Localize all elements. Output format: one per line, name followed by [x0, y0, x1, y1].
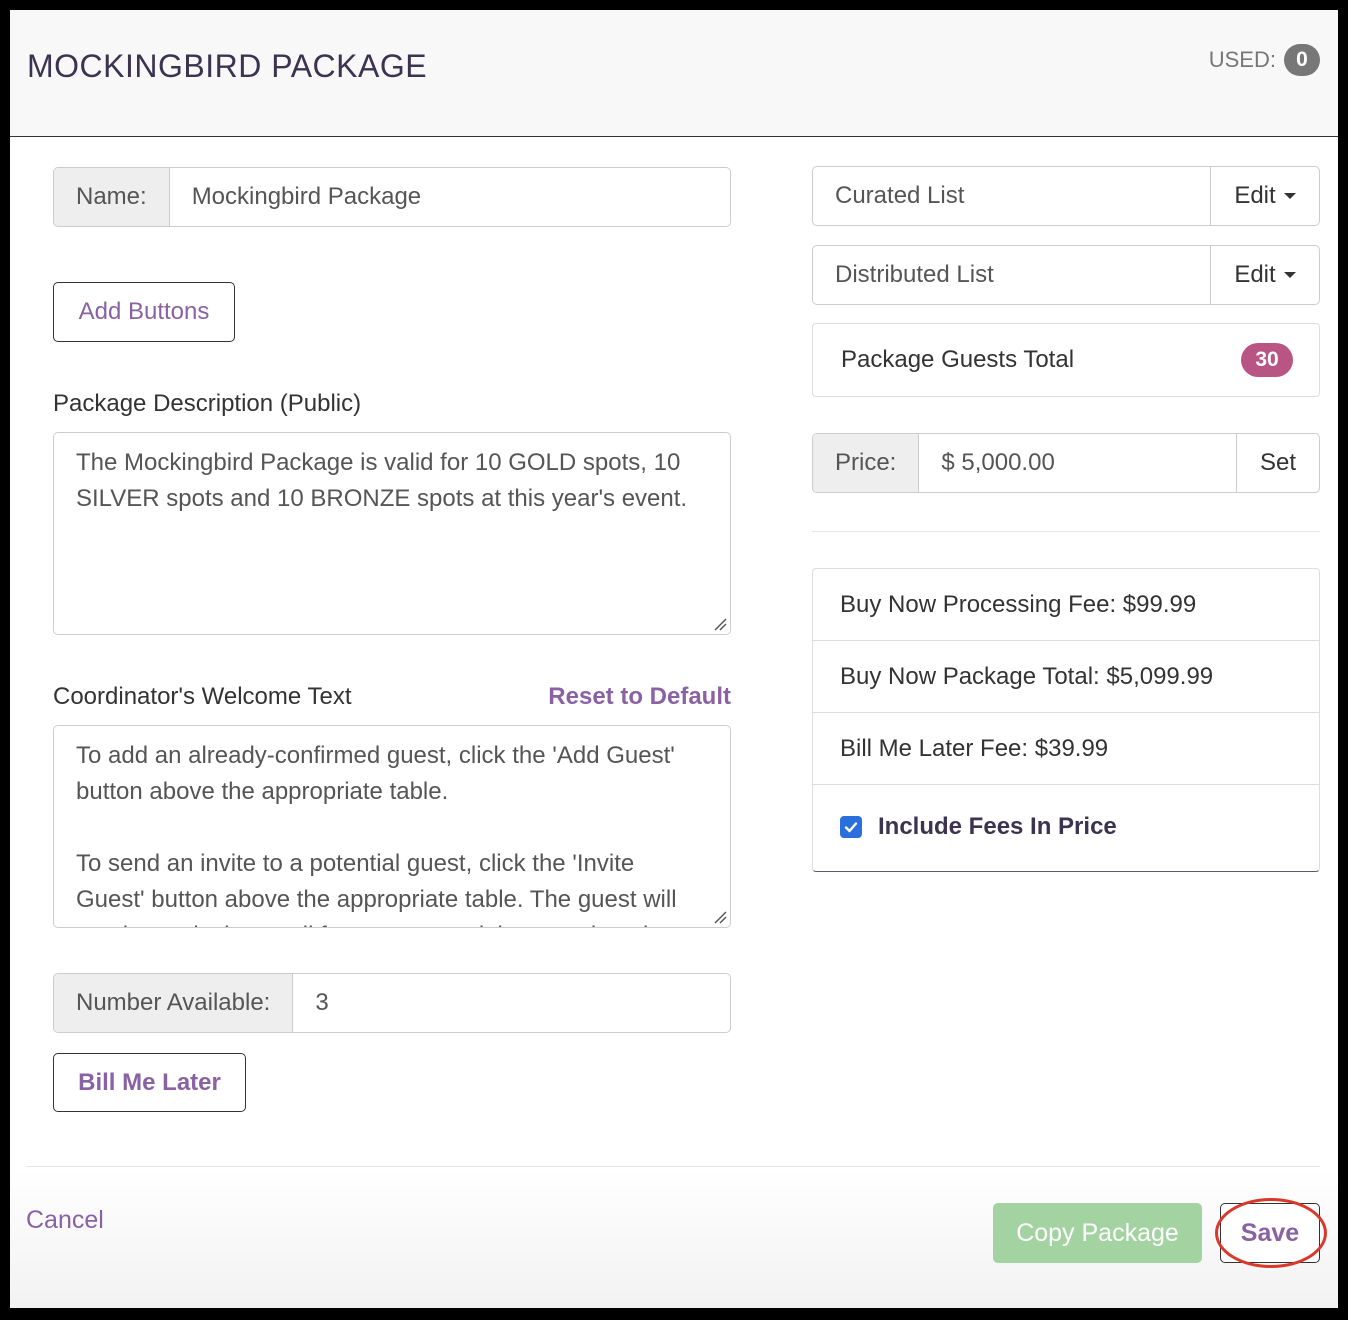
- curated-list-label: Curated List: [813, 167, 1211, 225]
- number-available-input[interactable]: 3: [293, 974, 730, 1032]
- number-available-group: Number Available: 3: [53, 973, 731, 1033]
- caret-down-icon: [1283, 193, 1296, 199]
- fees-panel: Buy Now Processing Fee: $99.99 Buy Now P…: [812, 568, 1320, 872]
- edit-label: Edit: [1234, 182, 1276, 209]
- checkmark-icon: [844, 822, 858, 833]
- include-fees-checkbox[interactable]: [840, 816, 862, 838]
- distributed-list-label: Distributed List: [813, 246, 1211, 304]
- footer-divider: [26, 1166, 1320, 1167]
- save-button[interactable]: Save: [1220, 1203, 1320, 1263]
- include-fees-label[interactable]: Include Fees In Price: [878, 813, 1117, 841]
- welcome-text-label: Coordinator's Welcome Text: [53, 683, 352, 710]
- distributed-list-group: Distributed List Edit: [812, 245, 1320, 305]
- description-textarea[interactable]: The Mockingbird Package is valid for 10 …: [53, 432, 731, 635]
- description-text: The Mockingbird Package is valid for 10 …: [76, 449, 688, 512]
- welcome-text: To add an already-confirmed guest, click…: [76, 742, 677, 927]
- curated-list-edit-dropdown[interactable]: Edit: [1211, 167, 1319, 225]
- reset-to-default-link[interactable]: Reset to Default: [548, 683, 731, 711]
- cancel-link[interactable]: Cancel: [26, 1206, 104, 1235]
- copy-package-button[interactable]: Copy Package: [993, 1203, 1202, 1263]
- curated-list-group: Curated List Edit: [812, 166, 1320, 226]
- package-guests-total-panel: Package Guests Total 30: [812, 323, 1320, 397]
- bill-me-later-button[interactable]: Bill Me Later: [53, 1053, 246, 1112]
- number-available-label: Number Available:: [54, 974, 294, 1032]
- modal-title: MOCKINGBIRD PACKAGE: [27, 48, 428, 84]
- price-input[interactable]: $ 5,000.00: [919, 434, 1237, 492]
- resize-grip-icon[interactable]: [713, 910, 727, 924]
- resize-grip-icon[interactable]: [713, 617, 727, 631]
- add-buttons-button[interactable]: Add Buttons: [53, 282, 235, 342]
- modal-header: MOCKINGBIRD PACKAGE USED: 0: [10, 10, 1338, 137]
- package-total-item: Buy Now Package Total: $5,099.99: [813, 641, 1319, 713]
- edit-label: Edit: [1234, 261, 1276, 288]
- welcome-textarea[interactable]: To add an already-confirmed guest, click…: [53, 725, 731, 928]
- processing-fee-item: Buy Now Processing Fee: $99.99: [813, 569, 1319, 641]
- used-indicator: USED: 0: [1209, 44, 1320, 76]
- guests-total-label: Package Guests Total: [841, 346, 1075, 373]
- price-input-group: Price: $ 5,000.00 Set: [812, 433, 1320, 493]
- include-fees-item: Include Fees In Price: [813, 785, 1319, 869]
- name-input-group: Name: Mockingbird Package: [53, 167, 731, 227]
- divider: [812, 531, 1320, 532]
- set-price-button[interactable]: Set: [1237, 434, 1319, 492]
- name-label: Name:: [54, 168, 170, 226]
- package-modal: MOCKINGBIRD PACKAGE USED: 0 Name: Mockin…: [10, 10, 1338, 1308]
- used-label: USED:: [1208, 47, 1276, 72]
- used-count-badge: 0: [1284, 44, 1320, 76]
- description-label: Package Description (Public): [53, 390, 362, 417]
- bill-me-later-fee-item: Bill Me Later Fee: $39.99: [813, 713, 1319, 785]
- distributed-list-edit-dropdown[interactable]: Edit: [1211, 246, 1319, 304]
- guests-total-badge: 30: [1241, 343, 1293, 377]
- caret-down-icon: [1283, 272, 1296, 278]
- price-label: Price:: [813, 434, 920, 492]
- name-input[interactable]: Mockingbird Package: [170, 168, 730, 226]
